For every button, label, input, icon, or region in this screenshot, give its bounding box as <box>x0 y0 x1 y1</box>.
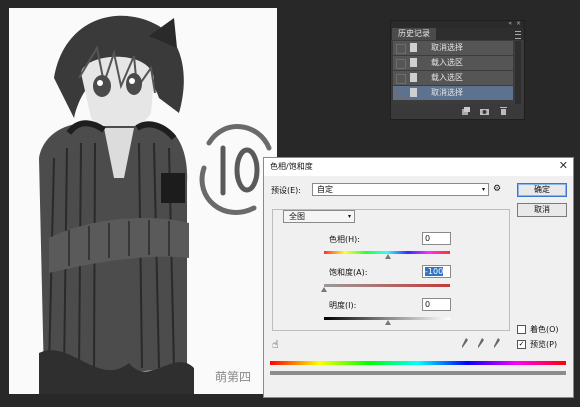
history-scrollbar[interactable] <box>515 41 521 105</box>
adjustment-group <box>272 209 510 331</box>
history-item-label: 取消选择 <box>431 43 463 52</box>
channel-value: 全图 <box>289 212 305 221</box>
targeted-adjustment-hand-icon[interactable]: ☝ <box>272 338 279 351</box>
history-item[interactable]: 取消选择 <box>393 41 513 56</box>
history-footer <box>391 104 524 119</box>
history-item-label: 取消选择 <box>431 88 463 97</box>
collapse-panel-icon[interactable]: « <box>508 20 512 27</box>
history-item-label: 载入选区 <box>431 73 463 82</box>
close-icon[interactable]: ✕ <box>559 159 568 172</box>
document-state-icon <box>410 88 417 97</box>
gear-icon[interactable]: ⚙ <box>493 184 501 194</box>
dialog-titlebar[interactable]: 色相/饱和度 ✕ <box>264 158 573 176</box>
input-color-bar <box>270 361 566 365</box>
history-item-label: 载入选区 <box>431 58 463 67</box>
saturation-value: -100 <box>425 267 444 276</box>
channel-dropdown[interactable]: 全图 ▾ <box>283 210 355 223</box>
new-document-from-state-icon[interactable] <box>461 107 470 115</box>
hue-field[interactable]: 0 <box>422 232 451 245</box>
colorize-label: 着色(O) <box>530 325 559 334</box>
output-color-bar <box>270 371 566 375</box>
eyedropper-minus-icon[interactable] <box>494 338 500 348</box>
snapshot-source-checkbox[interactable] <box>396 59 406 69</box>
history-item[interactable]: 载入选区 <box>393 71 513 86</box>
lightness-field[interactable]: 0 <box>422 298 451 311</box>
document-canvas[interactable]: 萌第四 <box>9 8 277 394</box>
hue-label: 色相(H): <box>329 235 360 244</box>
trash-icon[interactable] <box>499 107 508 115</box>
history-item-selected[interactable]: 取消选择 <box>393 86 513 101</box>
lightness-value: 0 <box>425 300 431 309</box>
saturation-slider-track[interactable] <box>324 284 450 287</box>
history-item[interactable]: 载入选区 <box>393 56 513 71</box>
saturation-field[interactable]: -100 <box>422 265 451 278</box>
close-panel-icon[interactable]: × <box>516 20 521 27</box>
camera-icon[interactable] <box>480 107 489 115</box>
chevron-down-icon: ▾ <box>481 186 485 193</box>
preview-label: 预览(P) <box>530 340 558 349</box>
chevron-down-icon: ▾ <box>347 213 351 220</box>
dialog-title: 色相/饱和度 <box>270 162 313 171</box>
preview-checkbox[interactable]: ✓ <box>517 340 526 349</box>
preset-label: 预设(E): <box>271 186 301 195</box>
snapshot-source-checkbox[interactable] <box>396 44 406 54</box>
checkmark-icon: ✓ <box>518 340 525 348</box>
document-state-icon <box>410 73 417 82</box>
panel-menu-icon[interactable] <box>515 31 521 39</box>
cancel-button[interactable]: 取消 <box>517 203 567 217</box>
lightness-slider-thumb[interactable] <box>385 320 391 325</box>
document-state-icon <box>410 58 417 67</box>
lightness-label: 明度(I): <box>329 301 357 310</box>
hue-value: 0 <box>425 234 431 243</box>
tab-history[interactable]: 历史记录 <box>392 28 436 40</box>
ok-button[interactable]: 确定 <box>517 183 567 197</box>
hue-saturation-dialog: 色相/饱和度 ✕ 预设(E): 自定 ▾ ⚙ 确定 取消 全图 ▾ 色相(H):… <box>263 157 574 398</box>
document-state-icon <box>410 43 417 52</box>
preset-dropdown[interactable]: 自定 ▾ <box>312 183 489 196</box>
history-tabbar: 历史记录 <box>391 28 524 40</box>
hue-slider-thumb[interactable] <box>385 254 391 259</box>
colorize-checkbox[interactable] <box>517 325 526 334</box>
saturation-slider-thumb[interactable] <box>321 287 327 292</box>
history-panel-topbar: « × <box>391 20 524 28</box>
watermark-text: 萌第四 <box>215 370 252 384</box>
snapshot-source-checkbox[interactable] <box>396 74 406 84</box>
eyedropper-icon[interactable] <box>462 338 468 348</box>
snapshot-source-checkbox[interactable] <box>396 89 406 99</box>
artwork-illustration <box>39 15 272 394</box>
preset-value: 自定 <box>317 185 333 194</box>
eyedropper-plus-icon[interactable] <box>478 338 484 348</box>
history-panel: « × 历史记录 取消选择 载入选区 载入选区 取消选择 <box>390 20 525 120</box>
saturation-label: 饱和度(A): <box>329 268 368 277</box>
